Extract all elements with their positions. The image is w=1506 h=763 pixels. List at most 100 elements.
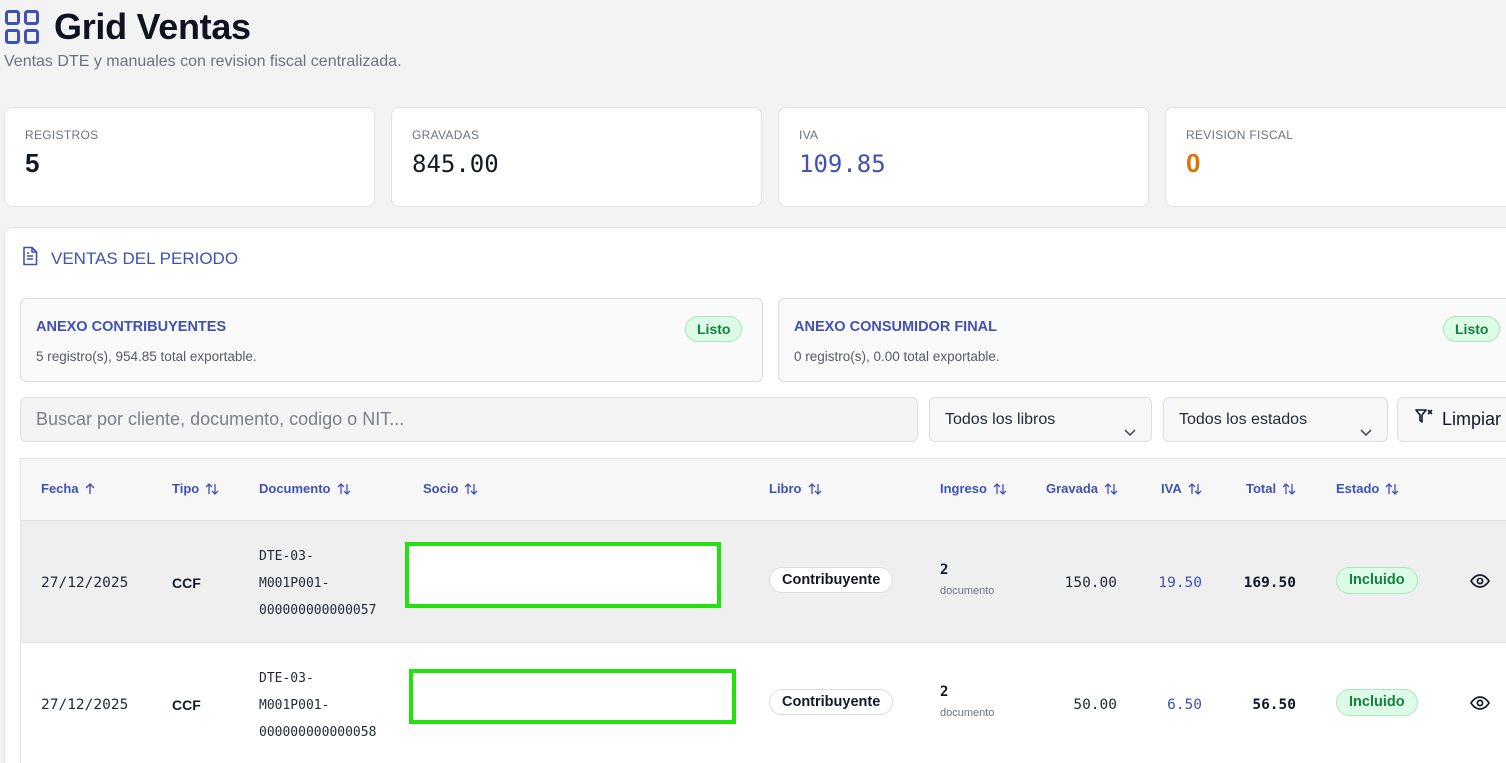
- sort-icon: [337, 482, 350, 495]
- column-header-estado[interactable]: Estado: [1336, 481, 1399, 496]
- column-header-total[interactable]: Total: [1246, 481, 1296, 496]
- cell-tipo: CCF: [172, 575, 201, 591]
- column-label: Libro: [769, 481, 802, 496]
- clear-filters-button[interactable]: Limpiar: [1397, 397, 1506, 442]
- doc-line: 000000000000057: [259, 603, 377, 618]
- annex-contribuyentes[interactable]: ANEXO CONTRIBUYENTES 5 registro(s), 954.…: [20, 298, 763, 382]
- column-header-documento[interactable]: Documento: [259, 481, 351, 496]
- ingreso-label: documento: [940, 585, 995, 597]
- cell-total: 56.50: [1252, 697, 1296, 713]
- table-header: Fecha Tipo Documento Socio Libro Ingreso: [21, 459, 1506, 521]
- column-label: Gravada: [1046, 481, 1099, 496]
- annex-subtitle: 5 registro(s), 954.85 total exportable.: [36, 349, 257, 364]
- cell-tipo: CCF: [172, 697, 201, 713]
- sales-table: Fecha Tipo Documento Socio Libro Ingreso: [20, 458, 1506, 763]
- document-icon: [21, 246, 39, 271]
- sort-icon: [464, 482, 478, 495]
- cell-fecha: 27/12/2025: [41, 697, 129, 713]
- annex-consumidor-final[interactable]: ANEXO CONSUMIDOR FINAL 0 registro(s), 0.…: [778, 298, 1506, 382]
- ingreso-count: 2: [940, 684, 949, 700]
- column-header-socio[interactable]: Socio: [423, 481, 478, 496]
- stat-label: REVISION FISCAL: [1186, 128, 1294, 142]
- ingreso-label: documento: [940, 707, 995, 719]
- cell-gravada: 50.00: [1073, 697, 1117, 713]
- libro-badge: Contribuyente: [769, 689, 894, 715]
- doc-line: M001P001-: [259, 698, 330, 713]
- stat-label: GRAVADAS: [412, 128, 480, 142]
- table-row[interactable]: 27/12/2025 CCF DTE-03- M001P001- 0000000…: [21, 643, 1506, 763]
- sales-panel: VENTAS DEL PERIODO ANEXO CONTRIBUYENTES …: [4, 227, 1506, 763]
- clear-filters-label: Limpiar: [1442, 409, 1502, 429]
- stat-label: REGISTROS: [25, 128, 99, 142]
- chevron-down-icon: [1123, 413, 1137, 456]
- column-header-tipo[interactable]: Tipo: [172, 481, 219, 496]
- column-label: Fecha: [41, 481, 79, 496]
- sort-icon: [808, 482, 821, 495]
- doc-line: DTE-03-: [259, 671, 314, 686]
- redacted-socio: [409, 669, 736, 724]
- column-label: Estado: [1336, 481, 1380, 496]
- estados-select-value: Todos los estados: [1179, 411, 1308, 428]
- column-header-iva[interactable]: IVA: [1161, 481, 1202, 496]
- annex-title: ANEXO CONSUMIDOR FINAL: [794, 319, 997, 335]
- column-header-fecha[interactable]: Fecha: [41, 481, 95, 496]
- column-header-libro[interactable]: Libro: [769, 481, 822, 496]
- page-header: Grid Ventas: [4, 6, 251, 48]
- libro-badge: Contribuyente: [769, 567, 894, 593]
- status-badge: Listo: [685, 316, 743, 342]
- filter-clear-icon: [1414, 407, 1434, 432]
- cell-documento: DTE-03- M001P001- 000000000000058: [259, 665, 376, 746]
- libros-select-value: Todos los libros: [945, 411, 1056, 428]
- column-label: Tipo: [172, 481, 200, 496]
- sort-icon: [1385, 482, 1399, 495]
- doc-line: M001P001-: [259, 576, 330, 591]
- cell-fecha: 27/12/2025: [41, 575, 129, 591]
- doc-line: DTE-03-: [259, 549, 314, 564]
- sort-icon: [1282, 482, 1296, 495]
- column-header-ingreso[interactable]: Ingreso: [940, 481, 1007, 496]
- search-input[interactable]: Buscar por cliente, documento, codigo o …: [20, 397, 918, 442]
- stat-card-revision-fiscal: REVISION FISCAL 0: [1165, 107, 1506, 207]
- status-badge: Listo: [1443, 316, 1501, 342]
- stat-value: 0: [1186, 148, 1201, 178]
- eye-icon[interactable]: [1470, 573, 1490, 594]
- redacted-socio: [405, 542, 721, 608]
- cell-iva: 19.50: [1158, 575, 1202, 591]
- ingreso-count: 2: [940, 562, 949, 578]
- column-label: Total: [1246, 481, 1277, 496]
- page-subtitle: Ventas DTE y manuales con revision fisca…: [4, 53, 402, 70]
- status-badge: Incluido: [1336, 689, 1418, 716]
- status-badge: Incluido: [1336, 567, 1418, 594]
- stat-value: 109.85: [799, 150, 886, 178]
- panel-header: VENTAS DEL PERIODO: [21, 246, 238, 271]
- column-label: IVA: [1161, 481, 1182, 496]
- sort-icon: [993, 482, 1007, 495]
- stat-value: 5: [25, 148, 40, 178]
- column-label: Documento: [259, 481, 331, 496]
- stat-card-iva: IVA 109.85: [778, 107, 1149, 207]
- column-header-gravada[interactable]: Gravada: [1046, 481, 1118, 496]
- page-title: Grid Ventas: [54, 6, 251, 47]
- sort-icon: [1188, 482, 1202, 495]
- cell-total: 169.50: [1243, 575, 1296, 591]
- column-label: Ingreso: [940, 481, 987, 496]
- sort-icon: [205, 482, 219, 495]
- estados-select[interactable]: Todos los estados: [1163, 397, 1388, 442]
- libros-select[interactable]: Todos los libros: [929, 397, 1152, 442]
- column-label: Socio: [423, 481, 459, 496]
- annex-subtitle: 0 registro(s), 0.00 total exportable.: [794, 349, 1000, 364]
- sort-icon: [1104, 482, 1118, 495]
- cell-iva: 6.50: [1167, 697, 1202, 713]
- table-row[interactable]: 27/12/2025 CCF DTE-03- M001P001- 0000000…: [21, 521, 1506, 643]
- stat-card-registros: REGISTROS 5: [4, 107, 375, 207]
- stat-label: IVA: [799, 128, 819, 142]
- cell-documento: DTE-03- M001P001- 000000000000057: [259, 543, 376, 624]
- sort-asc-icon: [85, 482, 95, 494]
- grid-icon: [4, 9, 40, 45]
- eye-icon[interactable]: [1470, 695, 1490, 716]
- chevron-down-icon: [1359, 413, 1373, 456]
- stat-value: 845.00: [412, 150, 499, 178]
- cell-ingreso: 2 documento: [940, 684, 994, 719]
- annex-title: ANEXO CONTRIBUYENTES: [36, 319, 227, 335]
- cell-ingreso: 2 documento: [940, 562, 994, 597]
